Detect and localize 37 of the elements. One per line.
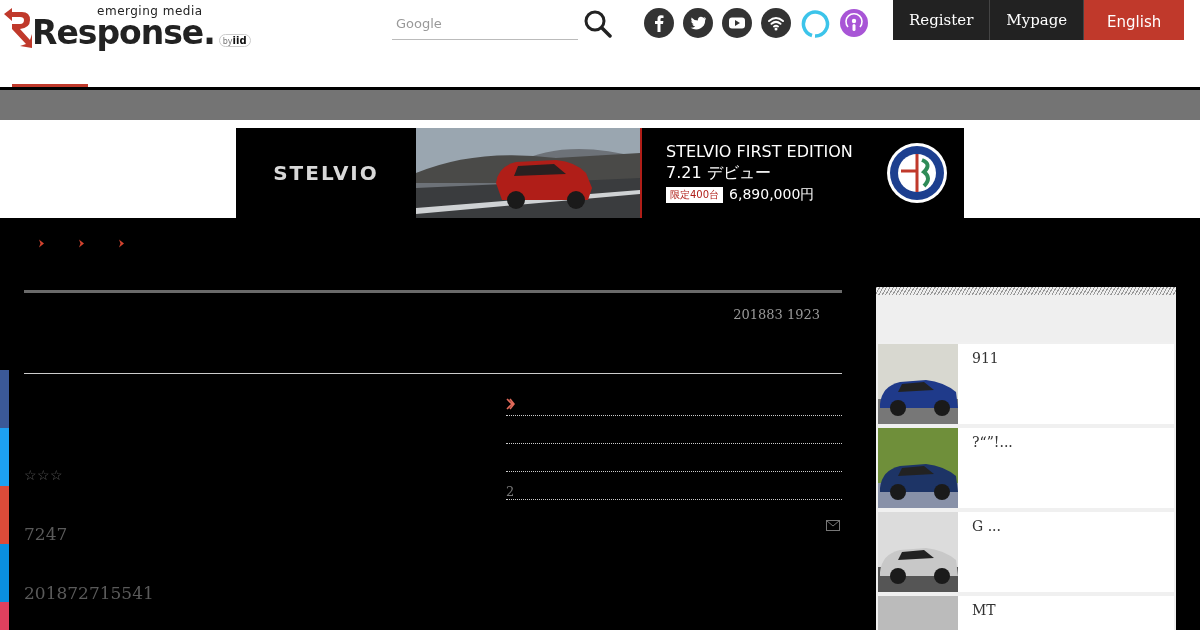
related-link[interactable]: 2 [506,484,515,499]
banner-headline: STELVIO FIRST EDITION [666,142,853,161]
language-button[interactable]: English [1084,0,1185,40]
posted-time: 201872715541 [24,582,155,605]
ranking-item[interactable]: MT [876,594,1176,630]
emblem-icon [886,142,948,204]
limited-badge: 限定400台 [666,187,724,203]
search-icon[interactable] [584,10,612,38]
account-button[interactable]: Register [893,0,991,40]
banner-date: 7.21 デビュー [666,163,772,184]
banner-price: 6,890,000円 [729,186,815,204]
chevron-icon[interactable] [78,239,85,248]
wifi-icon[interactable] [761,8,791,38]
chevron-icon[interactable] [118,239,125,248]
view-count: 7247 [24,523,69,546]
account-button[interactable]: Mypage [990,0,1085,40]
ranking-item[interactable]: 911 [876,342,1176,426]
mail-icon[interactable] [826,520,840,531]
arrow-logo-icon [2,8,32,48]
chevron-icon[interactable] [506,398,515,410]
ad-banner[interactable]: STELVIO STELVIO FIRST EDITION 7.21 デビュー 限定400台 6,890,000円 [236,128,964,218]
rating-stars: ☆☆☆ [24,466,64,485]
banner-brand: STELVIO [273,161,379,185]
article-title[interactable]: G ... [958,512,1174,592]
article-date: 201883 1923 [733,307,820,324]
podcast-icon[interactable] [839,8,869,38]
ranking-item[interactable]: G ... [876,510,1176,594]
chevron-icon[interactable] [38,239,45,248]
article-title[interactable]: MT [958,596,1174,630]
ranking-item[interactable]: ?“”!... [876,426,1176,510]
search-field[interactable]: Google [392,8,578,40]
logo-tagline: emerging media [97,4,203,18]
play-icon[interactable] [722,8,752,38]
article-title[interactable]: ?“”!... [958,428,1174,508]
bird-icon[interactable] [683,8,713,38]
facebook-icon[interactable] [644,8,674,38]
article-title[interactable]: 911 [958,344,1174,424]
